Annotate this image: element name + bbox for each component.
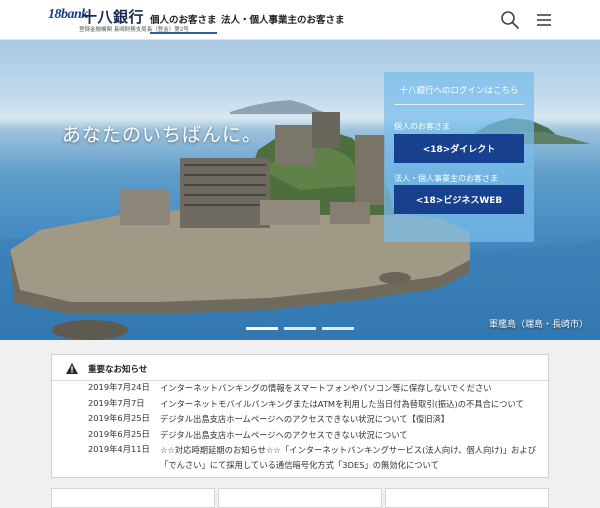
notice-link[interactable]: インターネットバンキングの情報をスマートフォンやパソコン等に保存しないでください xyxy=(160,381,544,396)
direct-login-button[interactable]: <18>ダイレクト xyxy=(394,134,524,163)
warning-icon xyxy=(66,363,78,374)
notice-link[interactable]: ☆☆対応時期延期のお知らせ☆☆「インターネットバンキングサービス(法人向け、個人… xyxy=(160,443,544,473)
notice-date: 2019年6月25日 xyxy=(88,413,150,423)
notice-date: 2019年7月7日 xyxy=(88,398,145,408)
important-notices: 重要なお知らせ 2019年7月24日 インターネットバンキングの情報をスマートフ… xyxy=(51,354,549,478)
bank-logo[interactable]: 18bank 十八銀行 登録金融機関 長崎財務支局長（登金）第2号 xyxy=(48,7,189,33)
notices-header: 重要なお知らせ xyxy=(52,355,548,381)
carousel-dot-1[interactable] xyxy=(246,327,278,330)
notice-date: 2019年6月25日 xyxy=(88,429,150,439)
logo-bank-name: 十八銀行 xyxy=(82,8,145,26)
notice-link[interactable]: デジタル出島支店ホームページへのアクセスできない状況について【復旧済】 xyxy=(160,412,544,427)
hamburger-menu-icon[interactable] xyxy=(534,10,554,30)
tab-personal[interactable]: 個人のお客さま xyxy=(150,12,217,34)
notice-item[interactable]: 2019年4月11日 ☆☆対応時期延期のお知らせ☆☆「インターネットバンキングサ… xyxy=(52,443,548,473)
notice-link[interactable]: デジタル出島支店ホームページへのアクセスできない状況について xyxy=(160,428,544,443)
notice-date: 2019年4月11日 xyxy=(88,444,150,454)
business-login-label: 法人・個人事業主のお客さま xyxy=(394,174,498,183)
carousel-dot-3[interactable] xyxy=(322,327,354,330)
login-panel-title: 十八銀行へのログインはこちら xyxy=(399,86,519,96)
carousel-dot-2[interactable] xyxy=(284,327,316,330)
hero-tagline: あなたのいちばんに。 xyxy=(62,124,263,146)
notices-title: 重要なお知らせ xyxy=(88,365,148,375)
notice-item[interactable]: 2019年7月24日 インターネットバンキングの情報をスマートフォンやパソコン等… xyxy=(52,381,548,395)
notice-item[interactable]: 2019年7月7日 インターネットモバイルバンキングまたはATMを利用した当日付… xyxy=(52,397,548,411)
notice-item[interactable]: 2019年6月25日 デジタル出島支店ホームページへのアクセスできない状況につい… xyxy=(52,428,548,442)
site-header: 18bank 十八銀行 登録金融機関 長崎財務支局長（登金）第2号 個人のお客さ… xyxy=(0,0,600,40)
notice-date: 2019年7月24日 xyxy=(88,382,150,392)
login-divider xyxy=(394,104,524,105)
personal-login-label: 個人のお客さま xyxy=(394,122,450,131)
content-card[interactable] xyxy=(51,488,215,508)
search-icon[interactable] xyxy=(500,10,520,30)
business-web-login-button[interactable]: <18>ビジネスWEB xyxy=(394,185,524,214)
tab-business[interactable]: 法人・個人事業主のお客さま xyxy=(221,12,345,26)
notice-item[interactable]: 2019年6月25日 デジタル出島支店ホームページへのアクセスできない状況につい… xyxy=(52,412,548,426)
login-panel: 十八銀行へのログインはこちら 個人のお客さま <18>ダイレクト 法人・個人事業… xyxy=(384,72,534,242)
content-card[interactable] xyxy=(218,488,382,508)
content-card[interactable] xyxy=(385,488,549,508)
hero-photo-caption: 軍艦島（端島・長崎市） xyxy=(488,320,588,330)
notice-link[interactable]: インターネットモバイルバンキングまたはATMを利用した当日付為替取引(振込)の不… xyxy=(160,397,544,412)
